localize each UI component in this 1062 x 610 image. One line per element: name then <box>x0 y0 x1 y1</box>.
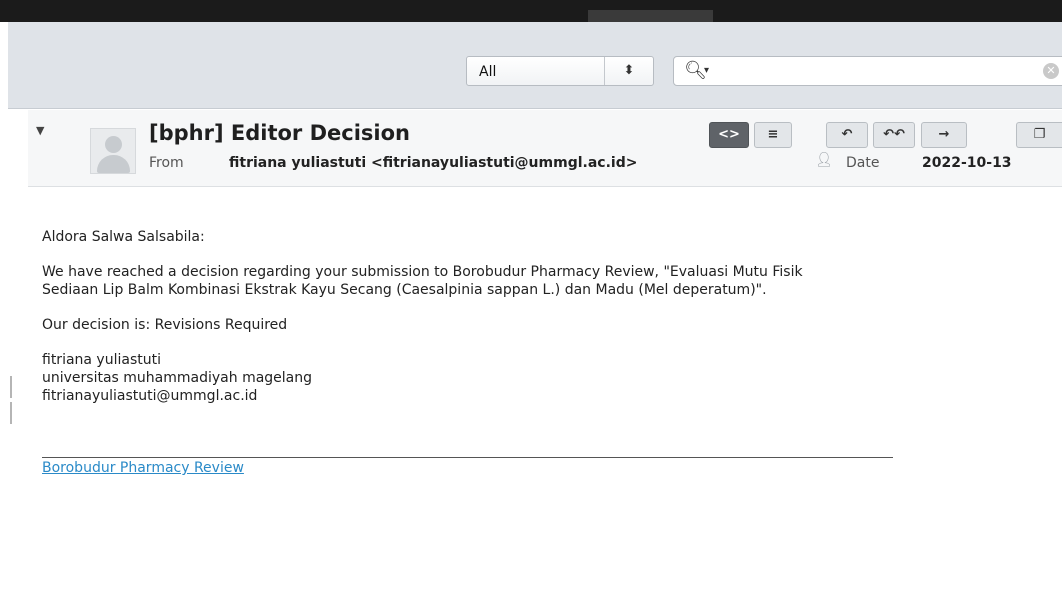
forward-button[interactable]: → <box>921 122 967 148</box>
open-in-window-button[interactable]: ❐ <box>1016 122 1062 148</box>
avatar-head <box>105 136 122 153</box>
date-label: Date <box>846 155 880 171</box>
signature-name: fitriana yuliastuti <box>42 352 161 368</box>
collapse-arrow-icon[interactable]: ▼ <box>36 124 44 137</box>
greeting: Aldora Salwa Salsabila: <box>42 229 205 245</box>
message-subject: [bphr] Editor Decision <box>149 121 410 145</box>
reply-all-icon: ↶↶ <box>883 127 905 142</box>
plain-text-button[interactable]: ≡ <box>754 122 792 148</box>
signature-email: fitrianayuliastuti@ummgl.ac.id <box>42 388 258 404</box>
reply-icon: ↶ <box>841 127 853 142</box>
forward-icon: → <box>938 127 950 142</box>
from-label: From <box>149 155 184 171</box>
top-bar-segment <box>588 10 713 22</box>
plain-text-icon: ≡ <box>767 127 779 142</box>
html-view-button[interactable]: <> <box>709 122 749 148</box>
reply-all-button[interactable]: ↶↶ <box>873 122 915 148</box>
paragraph-line-1: We have reached a decision regarding you… <box>42 264 803 280</box>
add-contact-icon[interactable]: 👤︎ <box>815 152 833 168</box>
avatar-icon <box>90 128 136 174</box>
avatar-body <box>97 155 130 173</box>
footer-journal-link[interactable]: Borobudur Pharmacy Review <box>42 460 244 476</box>
filter-select-value: All <box>479 64 497 80</box>
search-options-caret-icon[interactable]: ▾ <box>704 65 709 76</box>
reply-button[interactable]: ↶ <box>826 122 868 148</box>
window-icon: ❐ <box>1033 127 1046 142</box>
resize-grip-icon[interactable] <box>10 376 17 424</box>
clear-icon[interactable]: ✕ <box>1043 63 1059 79</box>
signature-divider <box>42 457 893 458</box>
from-address[interactable]: fitriana yuliastuti <fitrianayuliastuti@… <box>229 155 637 171</box>
search-input[interactable]: 🔍︎ ▾ ✕ <box>673 56 1062 86</box>
date-value: 2022-10-13 <box>922 155 1012 171</box>
paragraph-line-2: Sediaan Lip Balm Kombinasi Ekstrak Kayu … <box>42 282 767 298</box>
signature: fitriana yuliastuti universitas muhammad… <box>42 351 1062 405</box>
decision-line: Our decision is: Revisions Required <box>42 317 288 333</box>
decision-paragraph: We have reached a decision regarding you… <box>42 263 1062 299</box>
dropdown-arrows-icon[interactable]: ⬍ <box>604 57 653 85</box>
message-body: Aldora Salwa Salsabila: We have reached … <box>42 228 1062 422</box>
filter-select[interactable]: All ⬍ <box>466 56 654 86</box>
signature-org: universitas muhammadiyah magelang <box>42 370 313 386</box>
left-pane-edge <box>0 22 8 610</box>
html-view-icon: <> <box>718 127 740 142</box>
window-top-bar <box>0 0 1062 22</box>
